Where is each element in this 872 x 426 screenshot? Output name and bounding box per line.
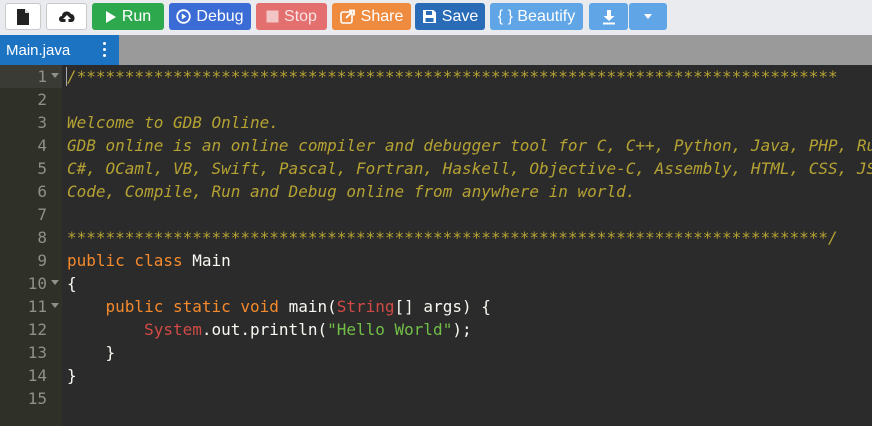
line-number: 5 (0, 157, 62, 180)
tab-main-java[interactable]: Main.java (0, 35, 119, 65)
line-number: 14 (0, 364, 62, 387)
line-number-text: 10 (27, 274, 47, 293)
fold-arrow-icon[interactable] (51, 303, 59, 308)
line-number: 7 (0, 203, 62, 226)
line-number-text: 3 (37, 113, 47, 132)
code-token: } (67, 343, 116, 362)
floppy-disk-icon (422, 9, 437, 24)
code-line: GDB online is an online compiler and deb… (67, 134, 872, 157)
code-token: System (144, 320, 202, 339)
line-number: 12 (0, 318, 62, 341)
code-token: ****************************************… (67, 228, 838, 247)
new-file-button[interactable] (5, 3, 41, 30)
stop-button-label: Stop (284, 7, 317, 25)
line-number-text: 7 (37, 205, 47, 224)
code-token: "Hello World" (327, 320, 453, 339)
run-button-label: Run (121, 7, 152, 25)
line-number: 11 (0, 295, 62, 318)
beautify-button[interactable]: { } Beautify (490, 3, 583, 30)
debug-button[interactable]: Debug (169, 3, 251, 30)
code-token: public class (67, 251, 193, 270)
download-icon (602, 9, 616, 25)
run-button[interactable]: Run (92, 3, 164, 30)
line-number: 3 (0, 111, 62, 134)
line-number-text: 12 (27, 320, 47, 339)
code-line: Welcome to GDB Online. (67, 111, 279, 134)
line-number-gutter: 1 2 3 4 5 6 7 8 9 10 11 12 13 14 15 (0, 65, 62, 426)
code-line: public static void main(String[] args) { (67, 295, 491, 318)
debug-button-label: Debug (196, 7, 244, 25)
play-icon (105, 10, 117, 24)
line-number-text: 2 (37, 90, 47, 109)
line-number: 13 (0, 341, 62, 364)
line-number-text: 15 (27, 389, 47, 408)
code-line: System.out.println("Hello World"); (67, 318, 472, 341)
code-token: main( (288, 297, 337, 316)
stop-button[interactable]: Stop (256, 3, 327, 30)
code-token: ); (452, 320, 472, 339)
line-number-text: 8 (37, 228, 47, 247)
code-token: Welcome to GDB Online. (67, 113, 279, 132)
save-button[interactable]: Save (415, 3, 485, 30)
line-number: 2 (0, 88, 62, 111)
line-number: 8 (0, 226, 62, 249)
code-line: ****************************************… (67, 226, 838, 249)
code-editor[interactable]: /***************************************… (62, 65, 872, 426)
line-number-text: 4 (37, 136, 47, 155)
line-number-text: 5 (37, 159, 47, 178)
text-cursor (66, 67, 67, 86)
fold-arrow-icon[interactable] (51, 73, 59, 78)
code-token: { (67, 274, 77, 293)
code-line: } (67, 364, 77, 387)
code-token: Main (192, 251, 231, 270)
line-number-text: 14 (27, 366, 47, 385)
line-number: 1 (0, 65, 62, 88)
toolbar: Run Debug Stop Share Save { } Beautify (0, 0, 872, 35)
debug-circle-icon (176, 9, 192, 24)
line-number: 4 (0, 134, 62, 157)
code-token: Code, Compile, Run and Debug online from… (67, 182, 636, 201)
line-number-text: 1 (37, 67, 47, 86)
line-number-text: 9 (37, 251, 47, 270)
code-line: Code, Compile, Run and Debug online from… (67, 180, 635, 203)
line-number: 9 (0, 249, 62, 272)
beautify-button-label: { } Beautify (497, 7, 576, 25)
line-number: 6 (0, 180, 62, 203)
code-token: .out.println( (201, 320, 328, 339)
share-button-label: Share (360, 7, 404, 25)
code-line: /***************************************… (67, 65, 838, 88)
code-token: /***************************************… (67, 67, 838, 86)
share-button[interactable]: Share (332, 3, 411, 30)
line-number-text: 13 (27, 343, 47, 362)
code-line: public class Main (67, 249, 231, 272)
fold-arrow-icon[interactable] (51, 280, 59, 285)
code-line: } (67, 341, 116, 364)
download-menu-button[interactable] (629, 3, 667, 30)
code-token: [] args) { (394, 297, 491, 316)
tab-bar: Main.java (0, 35, 872, 65)
upload-cloud-icon (57, 9, 77, 25)
code-token: GDB online is an online compiler and deb… (67, 136, 872, 155)
download-button[interactable] (589, 3, 628, 30)
line-number-text: 6 (37, 182, 47, 201)
stop-square-icon (266, 10, 279, 23)
tab-label: Main.java (6, 41, 71, 59)
code-token: String (336, 297, 395, 316)
line-number: 15 (0, 387, 62, 410)
code-line: C#, OCaml, VB, Swift, Pascal, Fortran, H… (67, 157, 872, 180)
save-button-label: Save (441, 7, 479, 25)
line-number-text: 11 (27, 297, 47, 316)
code-token: public static void (105, 297, 289, 316)
upload-button[interactable] (46, 3, 87, 30)
line-number: 10 (0, 272, 62, 295)
code-token: } (67, 366, 77, 385)
vertical-dots-icon[interactable] (103, 42, 107, 57)
code-token: C#, OCaml, VB, Swift, Pascal, Fortran, H… (67, 159, 872, 178)
share-icon (339, 9, 356, 24)
new-file-icon (16, 8, 30, 25)
code-line: { (67, 272, 77, 295)
caret-down-icon (644, 14, 652, 19)
